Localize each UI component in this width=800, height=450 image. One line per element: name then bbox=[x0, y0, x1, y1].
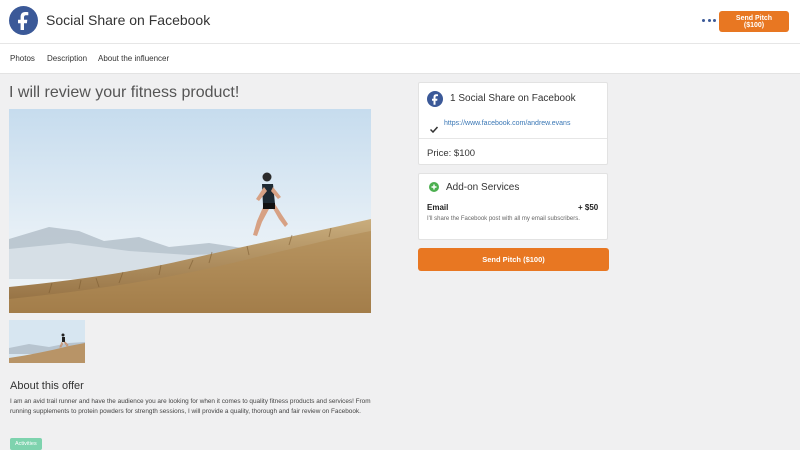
offer-title: I will review your fitness product! bbox=[9, 84, 240, 101]
hero-photo[interactable] bbox=[9, 109, 371, 313]
tab-about-influencer[interactable]: About the influencer bbox=[98, 54, 169, 63]
addon-services-card: Add-on Services Email + $50 I'll share t… bbox=[418, 173, 608, 240]
check-icon bbox=[429, 120, 439, 138]
plus-circle-icon bbox=[429, 182, 439, 192]
divider bbox=[419, 138, 607, 139]
send-pitch-header-button[interactable]: Send Pitch ($100) bbox=[719, 11, 789, 32]
facebook-icon bbox=[9, 6, 38, 35]
send-pitch-button[interactable]: Send Pitch ($100) bbox=[418, 248, 609, 271]
about-offer-text: I am an avid trail runner and have the a… bbox=[10, 398, 371, 416]
package-title: 1 Social Share on Facebook bbox=[450, 93, 576, 104]
addon-item-price: + $50 bbox=[578, 203, 599, 212]
tab-description[interactable]: Description bbox=[47, 54, 87, 63]
more-dots-icon[interactable] bbox=[702, 13, 716, 27]
tab-photos[interactable]: Photos bbox=[10, 54, 35, 63]
package-price: Price: $100 bbox=[427, 148, 476, 159]
facebook-profile-link[interactable]: https://www.facebook.com/andrew.evans bbox=[444, 120, 570, 127]
about-offer-heading: About this offer bbox=[10, 380, 84, 392]
addon-item-name: Email bbox=[427, 203, 449, 212]
page-title: Social Share on Facebook bbox=[46, 12, 211, 28]
facebook-icon bbox=[427, 91, 443, 107]
addon-item-description: I'll share the Facebook post with all my… bbox=[427, 216, 580, 222]
category-tag[interactable]: Activities bbox=[10, 438, 42, 450]
addon-title: Add-on Services bbox=[446, 182, 520, 193]
package-card: 1 Social Share on Facebook https://www.f… bbox=[418, 82, 608, 165]
top-header: Social Share on Facebook Send Pitch ($10… bbox=[0, 0, 800, 44]
section-tabs: Photos Description About the influencer bbox=[0, 44, 800, 74]
photo-thumbnail[interactable] bbox=[9, 320, 85, 363]
